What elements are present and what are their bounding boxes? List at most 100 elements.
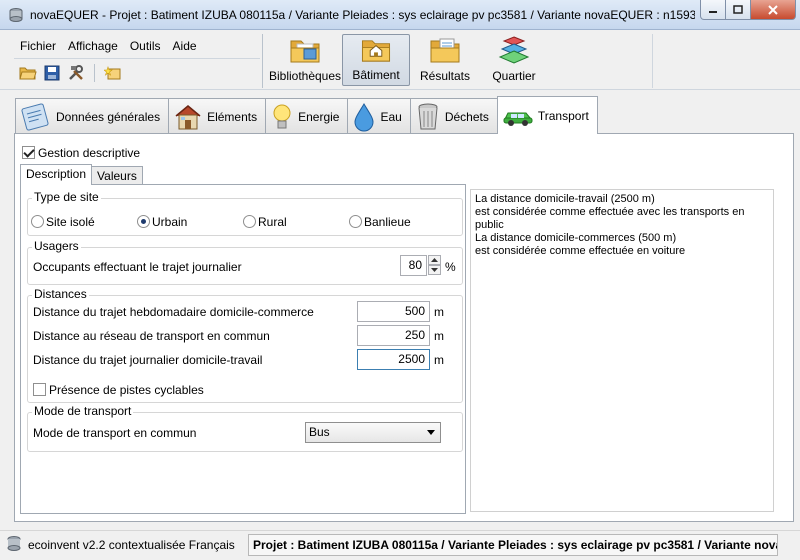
group-title: Type de site <box>32 190 101 204</box>
toolbar-divider <box>94 64 95 82</box>
nav-label: Bibliothèques <box>268 69 342 83</box>
window-title: novaEQUER - Projet : Batiment IZUBA 0801… <box>30 8 695 22</box>
status-bar: ecoinvent v2.2 contextualisée Français P… <box>0 530 800 560</box>
menu-outils[interactable]: Outils <box>124 39 167 53</box>
nav-label: Bâtiment <box>352 68 400 82</box>
radio-urbain[interactable] <box>137 215 150 228</box>
open-folder-icon <box>19 67 37 80</box>
nav-resultats-button[interactable]: Résultats <box>414 34 476 86</box>
distance-label: Distance au réseau de transport en commu… <box>33 329 270 343</box>
radio-label: Rural <box>258 215 287 229</box>
spin-down-button[interactable] <box>428 265 441 275</box>
tools-icon <box>69 65 83 80</box>
status-project-text: Projet : Batiment IZUBA 080115a / Varian… <box>248 534 778 556</box>
main-tab-strip: Données générales Eléments Energie Eau D… <box>15 96 598 134</box>
group-title: Mode de transport <box>32 404 134 418</box>
radio-label: Banlieue <box>364 215 411 229</box>
tools-button[interactable] <box>66 63 86 83</box>
nav-label: Quartier <box>492 69 536 83</box>
info-line: La distance domicile-travail (2500 m) <box>475 193 655 205</box>
distance-unit: m <box>434 305 444 319</box>
info-line: est considérée comme effectuée avec les … <box>475 206 745 218</box>
open-button[interactable] <box>18 63 38 83</box>
distance-travail-input[interactable]: 2500 <box>357 349 430 370</box>
spin-up-button[interactable] <box>428 255 441 265</box>
toolbar <box>18 61 123 85</box>
app-logo-icon <box>9 8 23 22</box>
pistes-cyclables-checkbox[interactable] <box>33 383 46 396</box>
nav-bibliotheques-button[interactable]: Bibliothèques <box>268 34 342 86</box>
nav-batiment-button[interactable]: Bâtiment <box>342 34 410 86</box>
close-icon <box>768 4 778 15</box>
save-button[interactable] <box>42 63 62 83</box>
tab-transport[interactable]: Transport <box>496 96 598 134</box>
arrow-down-icon <box>431 268 438 272</box>
database-icon <box>7 536 21 551</box>
menu-affichage[interactable]: Affichage <box>62 39 124 53</box>
save-icon <box>44 65 60 81</box>
tab-energie[interactable]: Energie <box>265 98 349 134</box>
maximize-button[interactable] <box>725 0 751 20</box>
radio-label: Urbain <box>152 215 188 229</box>
ribbon-end-divider <box>652 34 653 88</box>
menu-fichier[interactable]: Fichier <box>14 39 62 53</box>
gestion-descriptive-label: Gestion descriptive <box>38 146 141 160</box>
minimize-button[interactable] <box>700 0 726 20</box>
water-drop-icon <box>354 102 374 131</box>
tab-dechets[interactable]: Déchets <box>409 98 498 134</box>
menu-bar: Fichier Affichage Outils Aide <box>14 34 260 58</box>
occupants-spinner[interactable] <box>428 255 441 276</box>
info-line: La distance domicile-commerces (500 m) <box>475 232 677 244</box>
general-data-icon <box>21 102 49 131</box>
new-button[interactable] <box>103 63 123 83</box>
arrow-up-icon <box>431 258 438 262</box>
ribbon-divider <box>262 34 263 88</box>
distance-label: Distance du trajet journalier domicile-t… <box>33 353 263 367</box>
gestion-descriptive-checkbox[interactable] <box>22 146 35 159</box>
tab-eau[interactable]: Eau <box>347 98 411 134</box>
radio-banlieue[interactable] <box>349 215 362 228</box>
distance-label: Distance du trajet hebdomadaire domicile… <box>33 305 314 319</box>
info-line: public <box>475 219 504 231</box>
chevron-down-icon <box>427 430 435 435</box>
radio-label: Site isolé <box>46 215 95 229</box>
trash-bin-icon <box>418 103 438 129</box>
car-icon <box>503 112 533 126</box>
tab-label: Energie <box>298 109 340 124</box>
lightbulb-icon <box>273 104 291 128</box>
subtab-valeurs[interactable]: Valeurs <box>91 166 143 185</box>
tab-label: Déchets <box>444 109 489 124</box>
status-database-text: ecoinvent v2.2 contextualisée Français <box>28 538 235 552</box>
distance-commerce-input[interactable]: 500 <box>357 301 430 322</box>
tab-elements[interactable]: Eléments <box>168 98 267 134</box>
radio-rural[interactable] <box>243 215 256 228</box>
mode-transport-label: Mode de transport en commun <box>33 426 197 440</box>
nav-label: Résultats <box>419 69 471 83</box>
group-title: Usagers <box>32 239 81 253</box>
radio-site-isole[interactable] <box>31 215 44 228</box>
info-text-panel: La distance domicile-travail (2500 m) es… <box>470 189 774 512</box>
distance-reseau-input[interactable]: 250 <box>357 325 430 346</box>
nav-quartier-button[interactable]: Quartier <box>486 34 542 86</box>
menu-divider <box>14 58 260 59</box>
tab-label: Eléments <box>207 109 258 124</box>
building-folder-icon <box>361 40 391 62</box>
pistes-cyclables-label: Présence de pistes cyclables <box>49 383 204 397</box>
ribbon-bottom-divider <box>0 89 800 90</box>
title-bar: novaEQUER - Projet : Batiment IZUBA 0801… <box>0 0 800 30</box>
occupants-unit: % <box>445 260 456 274</box>
sub-tab-strip: Description Valeurs <box>20 164 143 185</box>
tab-label: Eau <box>380 109 402 124</box>
mode-transport-select[interactable]: Bus <box>305 422 441 443</box>
tab-donnees-generales[interactable]: Données générales <box>15 98 170 134</box>
occupants-input[interactable]: 80 <box>400 255 427 276</box>
subtab-description[interactable]: Description <box>20 164 93 185</box>
minimize-icon <box>709 10 717 13</box>
menu-aide[interactable]: Aide <box>167 39 203 53</box>
tab-label: Transport <box>537 108 589 123</box>
tab-label: Données générales <box>56 109 161 124</box>
house-icon <box>175 104 201 129</box>
maximize-icon <box>733 4 743 14</box>
close-button[interactable] <box>750 0 796 20</box>
new-item-icon <box>104 66 121 80</box>
